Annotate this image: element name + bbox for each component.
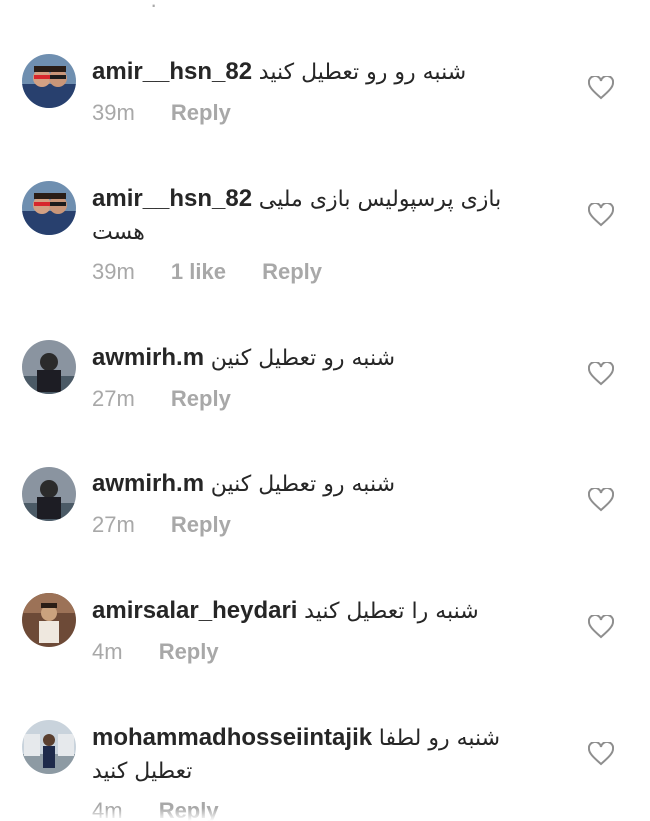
comment-text: شنبه را تعطیل کنید [304, 599, 479, 624]
like-count-link[interactable]: 1 like [171, 259, 226, 285]
comment-meta: 27m Reply [92, 512, 562, 538]
comment-username[interactable]: awmirh.m [92, 470, 204, 497]
comment-time: 27m [92, 386, 135, 411]
comment-text: شنبه رو تعطیل کنین [210, 472, 396, 497]
comment-username[interactable]: mohammadhosseiintajik [92, 724, 372, 751]
heart-outline-icon[interactable] [588, 742, 614, 766]
comment-time: 27m [92, 512, 135, 537]
comment-text: بازی پرسپولیس بازی ملیی [258, 187, 502, 212]
comments-screen: · amir__hsn_82 شنبه رو رو تعطیل کنید 39m [0, 0, 650, 821]
reply-button[interactable]: Reply [171, 386, 231, 412]
reply-button[interactable]: Reply [171, 100, 231, 126]
avatar[interactable] [22, 593, 76, 647]
avatar[interactable] [22, 340, 76, 394]
previous-comment-cut-off: · [150, 0, 158, 17]
comment-meta: 39m Reply [92, 100, 562, 126]
reply-button[interactable]: Reply [262, 259, 322, 285]
avatar[interactable] [22, 181, 76, 235]
reply-button[interactable]: Reply [159, 639, 219, 665]
comment-text-continued: هست [92, 220, 145, 245]
bottom-edge [0, 808, 650, 821]
heart-outline-icon[interactable] [588, 203, 614, 227]
comment-text-continued: تعطیل کنید [92, 759, 193, 784]
comment-time: 39m [92, 100, 135, 125]
comment-username[interactable]: amir__hsn_82 [92, 185, 252, 212]
heart-outline-icon[interactable] [588, 76, 614, 100]
comment-meta: 27m Reply [92, 386, 562, 412]
comment-text: شنبه رو لطفا [378, 726, 501, 751]
reply-button[interactable]: Reply [171, 512, 231, 538]
avatar[interactable] [22, 720, 76, 774]
heart-outline-icon[interactable] [588, 488, 614, 512]
avatar[interactable] [22, 54, 76, 108]
comment-text: شنبه رو رو تعطیل کنید [258, 60, 467, 85]
avatar[interactable] [22, 467, 76, 521]
heart-outline-icon[interactable] [588, 362, 614, 386]
comment-meta: 4m Reply [92, 639, 562, 665]
comment-username[interactable]: amir__hsn_82 [92, 58, 252, 85]
comment-text: شنبه رو تعطیل کنین [210, 346, 396, 371]
comment-meta: 39m 1 like Reply [92, 259, 562, 285]
comment-username[interactable]: amirsalar_heydari [92, 597, 297, 624]
comment-time: 39m [92, 259, 135, 284]
heart-outline-icon[interactable] [588, 615, 614, 639]
comment-time: 4m [92, 639, 123, 664]
comment-username[interactable]: awmirh.m [92, 344, 204, 371]
